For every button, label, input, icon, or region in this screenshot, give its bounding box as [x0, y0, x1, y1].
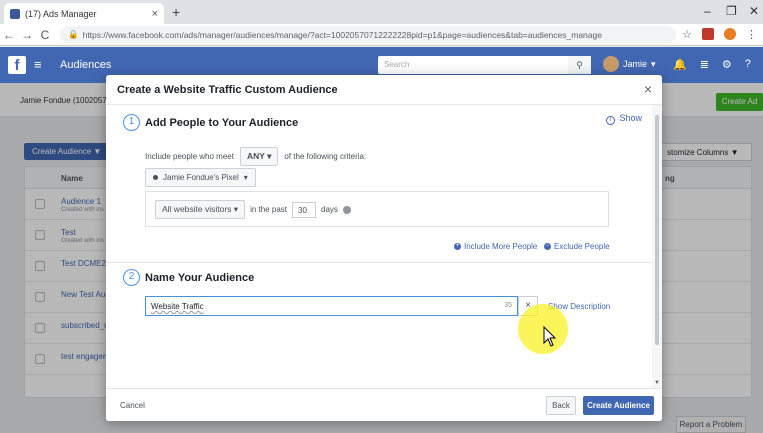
- help-icon[interactable]: ?: [745, 58, 751, 71]
- days-input[interactable]: 30: [292, 201, 316, 218]
- chevron-down-icon: ▾: [651, 58, 656, 69]
- show-link[interactable]: i Show: [606, 113, 642, 125]
- divider: [106, 262, 652, 263]
- show-label: Show: [619, 113, 643, 123]
- user-menu[interactable]: Jamie ▾: [603, 56, 656, 72]
- plus-icon: +: [454, 243, 461, 250]
- extension-icon[interactable]: [702, 28, 714, 40]
- info-icon: i: [606, 116, 615, 125]
- step-1-title: Add People to Your Audience: [145, 117, 299, 129]
- audience-name-input[interactable]: Website Traffic 35: [145, 296, 518, 316]
- dialog-scrollbar[interactable]: ▼: [652, 105, 662, 388]
- back-button[interactable]: Back: [546, 396, 576, 415]
- close-icon[interactable]: ×: [644, 81, 652, 97]
- help-icon[interactable]: [342, 205, 351, 214]
- step-2-badge: 2: [123, 269, 140, 286]
- scroll-down-arrow-icon[interactable]: ▼: [654, 380, 660, 386]
- pixel-label: Jamie Fondue's Pixel: [163, 173, 239, 182]
- visitors-select[interactable]: All website visitors ▾: [155, 200, 246, 219]
- pixel-select[interactable]: Jamie Fondue's Pixel ▾: [145, 168, 256, 187]
- star-icon[interactable]: ☆: [682, 28, 692, 41]
- tab-close-icon[interactable]: ×: [152, 8, 158, 20]
- search-icon[interactable]: ⚲: [568, 56, 591, 74]
- avatar: [603, 56, 619, 72]
- reload-icon[interactable]: C: [36, 28, 54, 42]
- profile-icon[interactable]: [724, 28, 736, 40]
- search-input[interactable]: Search: [378, 56, 591, 74]
- menu-dots-icon[interactable]: ⋮: [746, 28, 757, 41]
- url-field[interactable]: 🔒 https://www.facebook.com/ads/manager/a…: [60, 26, 677, 43]
- in-past-label: in the past: [250, 205, 287, 214]
- match-type-select[interactable]: ANY ▾: [239, 147, 279, 166]
- criteria-row: Include people who meet ANY ▾ of the fol…: [145, 147, 366, 166]
- include-more-link[interactable]: + Include More People: [454, 242, 537, 251]
- dialog-title: Create a Website Traffic Custom Audience: [117, 84, 338, 96]
- dialog-footer: Cancel Back Create Audience: [106, 388, 662, 421]
- pixel-row: Jamie Fondue's Pixel ▾: [145, 168, 256, 187]
- messages-icon[interactable]: ≣: [700, 58, 709, 71]
- exclude-people-link[interactable]: − Exclude People: [544, 242, 610, 251]
- include-more-label: Include More People: [464, 242, 538, 251]
- facebook-favicon-icon: [10, 8, 20, 19]
- dialog-header: Create a Website Traffic Custom Audience…: [106, 75, 662, 105]
- user-name: Jamie: [623, 59, 648, 69]
- browser-tab-bar: (17) Ads Manager × + – ❐ ✕: [0, 0, 763, 24]
- minus-icon: −: [544, 243, 551, 250]
- dialog-body: 1 Add People to Your Audience i Show Inc…: [106, 105, 652, 388]
- forward-arrow-icon[interactable]: →: [18, 28, 36, 42]
- close-window-icon[interactable]: ✕: [749, 4, 759, 18]
- chevron-down-icon: ▾: [243, 173, 248, 182]
- scrollbar-thumb[interactable]: [655, 115, 659, 345]
- rule-box: All website visitors ▾ in the past 30 da…: [145, 191, 609, 227]
- address-bar: ← → C 🔒 https://www.facebook.com/ads/man…: [0, 24, 763, 46]
- new-tab-button[interactable]: +: [172, 4, 180, 20]
- audience-name-value: Website Traffic: [151, 302, 204, 311]
- create-audience-button[interactable]: Create Audience: [583, 396, 654, 415]
- char-count: 35: [504, 302, 512, 309]
- back-arrow-icon[interactable]: ←: [0, 28, 18, 42]
- exclude-label: Exclude People: [554, 242, 610, 251]
- maximize-icon[interactable]: ❐: [726, 4, 737, 18]
- gear-icon[interactable]: ⚙: [722, 58, 732, 71]
- minimize-icon[interactable]: –: [704, 4, 711, 18]
- lock-icon: 🔒: [68, 29, 79, 39]
- pixel-status-dot-icon: [153, 175, 158, 180]
- step-1-badge: 1: [123, 114, 140, 131]
- nav-icons: 🔔 ≣ ⚙ ?: [673, 58, 751, 71]
- cancel-button[interactable]: Cancel: [120, 401, 145, 410]
- rule-row: All website visitors ▾ in the past 30 da…: [155, 200, 351, 219]
- nav-title: Audiences: [60, 59, 112, 71]
- step-2-title: Name Your Audience: [145, 272, 255, 284]
- browser-tab[interactable]: (17) Ads Manager ×: [4, 3, 164, 24]
- mouse-pointer-icon: [543, 326, 557, 347]
- days-label: days: [321, 205, 338, 214]
- hamburger-menu-icon[interactable]: ≡: [34, 57, 42, 72]
- custom-audience-dialog: Create a Website Traffic Custom Audience…: [106, 75, 662, 421]
- criteria-suffix: of the following criteria:: [284, 152, 367, 161]
- criteria-prefix: Include people who meet: [145, 152, 234, 161]
- url-text: https://www.facebook.com/ads/manager/aud…: [82, 29, 602, 40]
- facebook-logo-icon[interactable]: f: [8, 56, 26, 74]
- tab-title: (17) Ads Manager: [25, 8, 97, 19]
- browser-actions: ☆ ⋮: [682, 28, 763, 41]
- notifications-icon[interactable]: 🔔: [673, 58, 687, 71]
